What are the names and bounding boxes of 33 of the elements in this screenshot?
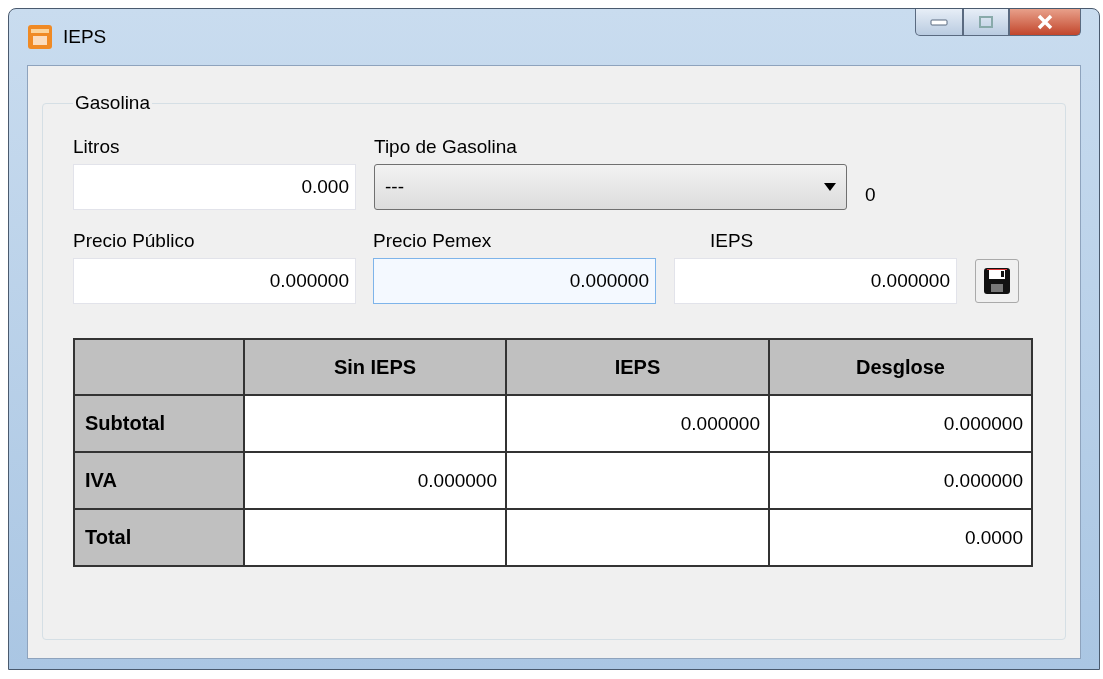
field-label: Precio Público bbox=[73, 230, 196, 252]
table-cell: 0.0000 bbox=[770, 510, 1031, 565]
minimize-button[interactable] bbox=[915, 9, 963, 36]
input-field[interactable]: 0.000000 bbox=[674, 258, 957, 304]
maximize-button[interactable] bbox=[963, 9, 1009, 36]
input-field[interactable]: 0.000000 bbox=[373, 258, 656, 304]
minimize-icon bbox=[930, 18, 948, 26]
row-header: IVA bbox=[75, 453, 243, 508]
field-label: IEPS bbox=[709, 230, 755, 252]
input-field[interactable]: 0.000 bbox=[73, 164, 356, 210]
table-cell: 0.000000 bbox=[770, 453, 1031, 508]
field-label: Tipo de Gasolina bbox=[374, 136, 518, 158]
maximize-icon bbox=[979, 16, 993, 28]
dropdown[interactable]: --- bbox=[374, 164, 847, 210]
close-icon bbox=[1036, 14, 1054, 30]
app-icon bbox=[27, 24, 53, 50]
table-cell: 0.000000 bbox=[507, 396, 768, 451]
window-title: IEPS bbox=[63, 26, 108, 48]
close-button[interactable] bbox=[1009, 9, 1081, 36]
field-label: Litros bbox=[73, 136, 121, 158]
save-button[interactable] bbox=[975, 259, 1019, 303]
type-code: 0 bbox=[865, 184, 876, 206]
caret-icon bbox=[824, 183, 836, 191]
row-header: Total bbox=[75, 510, 243, 565]
column-header: Desglose bbox=[770, 340, 1031, 394]
group-title: Gasolina bbox=[74, 92, 151, 114]
table-cell: 0.000000 bbox=[770, 396, 1031, 451]
column-header: IEPS bbox=[507, 340, 768, 394]
column-header: Sin IEPS bbox=[245, 340, 505, 394]
row-header: Subtotal bbox=[75, 396, 243, 451]
table-cell: 0.000000 bbox=[245, 453, 505, 508]
field-label: Precio Pemex bbox=[373, 230, 493, 252]
input-field[interactable]: 0.000000 bbox=[73, 258, 356, 304]
